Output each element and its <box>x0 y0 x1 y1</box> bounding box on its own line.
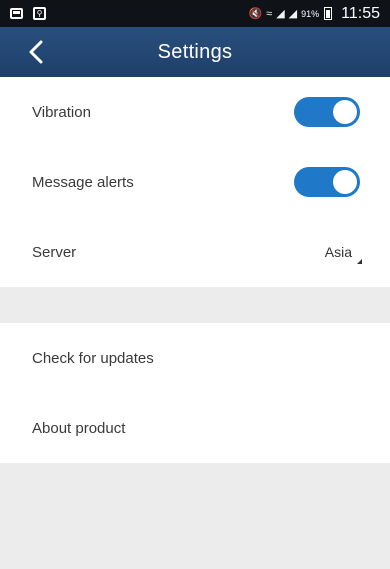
app-bar: Settings <box>0 27 390 77</box>
bottom-filler <box>0 463 390 569</box>
message-alerts-toggle[interactable] <box>294 167 360 197</box>
server-value-text: Asia <box>324 244 352 260</box>
screenshot-icon <box>10 8 23 19</box>
toggle-knob <box>333 170 357 194</box>
message-alerts-row: Message alerts <box>0 147 390 217</box>
dropdown-corner-icon <box>357 259 362 264</box>
status-bar: ⚲ 🔇 ≈ ◢ ◢ 91% 11:55 <box>0 0 390 27</box>
check-updates-label: Check for updates <box>32 349 154 367</box>
signal-icon: ◢ <box>276 8 285 20</box>
server-row[interactable]: Server Asia <box>0 217 390 287</box>
search-icon: ⚲ <box>33 7 46 20</box>
battery-percent: 91% <box>301 8 320 19</box>
page-title: Settings <box>157 41 233 63</box>
server-label: Server <box>32 243 77 261</box>
status-left-icons: ⚲ <box>10 7 46 20</box>
server-value[interactable]: Asia <box>324 244 362 264</box>
toggle-knob <box>333 100 357 124</box>
about-product-label: About product <box>32 419 126 437</box>
vibration-toggle[interactable] <box>294 97 360 127</box>
section-divider <box>0 287 390 323</box>
status-time: 11:55 <box>341 4 380 22</box>
check-updates-row[interactable]: Check for updates <box>0 323 390 393</box>
signal-icon: ◢ <box>288 8 298 20</box>
wifi-icon: ≈ <box>266 7 272 20</box>
mute-icon: 🔇 <box>248 8 262 20</box>
status-right-icons: 🔇 ≈ ◢ ◢ 91% 11:55 <box>248 5 380 23</box>
message-alerts-label: Message alerts <box>32 173 134 191</box>
vibration-row: Vibration <box>0 77 390 147</box>
about-product-row[interactable]: About product <box>0 393 390 463</box>
battery-icon <box>324 7 333 20</box>
vibration-label: Vibration <box>32 103 91 121</box>
